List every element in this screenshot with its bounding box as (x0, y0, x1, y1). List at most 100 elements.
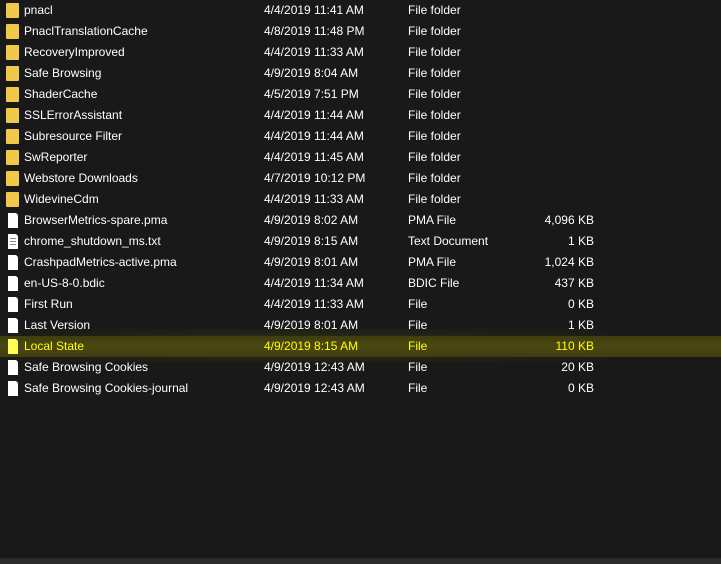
folder-icon (6, 3, 19, 18)
file-icon (8, 381, 18, 396)
file-type: File (408, 318, 428, 332)
file-size: 20 KB (561, 360, 594, 374)
file-row[interactable]: CrashpadMetrics-active.pma 4/9/2019 8:01 … (0, 252, 721, 273)
file-size: 0 KB (567, 381, 594, 395)
file-type: BDIC File (408, 276, 460, 290)
horizontal-scrollbar[interactable] (0, 558, 721, 564)
folder-icon (6, 171, 19, 186)
file-type: File folder (408, 171, 461, 185)
file-row[interactable]: BrowserMetrics-spare.pma 4/9/2019 8:02 AM… (0, 210, 721, 231)
text-file-icon (8, 234, 18, 249)
folder-icon (6, 66, 19, 81)
file-row[interactable]: WidevineCdm 4/4/2019 11:33 AM File folder (0, 189, 721, 210)
file-icon (8, 255, 18, 270)
file-date-modified: 4/5/2019 7:51 PM (264, 87, 359, 101)
file-name: Subresource Filter (24, 129, 123, 143)
file-date-modified: 4/9/2019 8:04 AM (264, 66, 359, 80)
file-date-modified: 4/9/2019 12:43 AM (264, 381, 365, 395)
file-name: BrowserMetrics-spare.pma (24, 213, 168, 227)
file-row[interactable]: Webstore Downloads 4/7/2019 10:12 PM File … (0, 168, 721, 189)
file-row[interactable]: Subresource Filter 4/4/2019 11:44 AM File … (0, 126, 721, 147)
file-date-modified: 4/9/2019 8:01 AM (264, 318, 359, 332)
file-row[interactable]: ShaderCache 4/5/2019 7:51 PM File folder (0, 84, 721, 105)
file-name: SwReporter (24, 150, 88, 164)
file-row[interactable]: First Run 4/4/2019 11:33 AM File 0 KB (0, 294, 721, 315)
file-date-modified: 4/4/2019 11:33 AM (264, 45, 364, 59)
folder-icon (6, 108, 19, 123)
file-row[interactable]: Safe Browsing Cookies-journal 4/9/2019 12… (0, 378, 721, 399)
file-name: RecoveryImproved (24, 45, 125, 59)
folder-icon (6, 150, 19, 165)
file-date-modified: 4/4/2019 11:45 AM (264, 150, 364, 164)
file-row[interactable]: Local State 4/9/2019 8:15 AM File 110 KB (0, 336, 721, 357)
file-row[interactable]: chrome_shutdown_ms.txt 4/9/2019 8:15 AM Te… (0, 231, 721, 252)
file-icon (8, 297, 18, 312)
file-date-modified: 4/9/2019 8:02 AM (264, 213, 359, 227)
file-row[interactable]: SwReporter 4/4/2019 11:45 AM File folder (0, 147, 721, 168)
file-size: 110 KB (555, 339, 594, 353)
file-date-modified: 4/4/2019 11:33 AM (264, 297, 364, 311)
file-icon (8, 339, 18, 354)
file-type: File folder (408, 87, 461, 101)
file-row[interactable]: pnacl 4/4/2019 11:41 AM File folder (0, 0, 721, 21)
file-type: File (408, 360, 428, 374)
file-row[interactable]: Safe Browsing 4/9/2019 8:04 AM File folder (0, 63, 721, 84)
file-row[interactable]: Last Version 4/9/2019 8:01 AM File 1 KB (0, 315, 721, 336)
file-name: chrome_shutdown_ms.txt (24, 234, 161, 248)
file-type: File folder (408, 129, 461, 143)
file-type: PMA File (408, 255, 457, 269)
file-type: PMA File (408, 213, 457, 227)
file-name: pnacl (24, 3, 53, 17)
file-row[interactable]: Safe Browsing Cookies 4/9/2019 12:43 AM Fi… (0, 357, 721, 378)
file-type: File folder (408, 24, 461, 38)
file-type: File (408, 381, 428, 395)
file-name: ShaderCache (24, 87, 98, 101)
file-date-modified: 4/9/2019 8:15 AM (264, 339, 359, 353)
file-date-modified: 4/4/2019 11:44 AM (264, 108, 364, 122)
file-type: File (408, 297, 428, 311)
folder-icon (6, 192, 19, 207)
file-date-modified: 4/8/2019 11:48 PM (264, 24, 365, 38)
file-name: WidevineCdm (24, 192, 99, 206)
file-type: File folder (408, 3, 461, 17)
file-date-modified: 4/4/2019 11:34 AM (264, 276, 364, 290)
file-name: PnaclTranslationCache (24, 24, 148, 38)
file-icon (8, 213, 18, 228)
file-type: File folder (408, 192, 461, 206)
file-size: 1,024 KB (544, 255, 594, 269)
file-list: pnacl 4/4/2019 11:41 AM File folder PnaclTr… (0, 0, 721, 399)
file-type: File folder (408, 45, 461, 59)
file-type: File folder (408, 66, 461, 80)
file-name: Last Version (24, 318, 91, 332)
folder-icon (6, 45, 19, 60)
file-size: 437 KB (554, 276, 594, 290)
file-size: 1 KB (567, 318, 594, 332)
file-date-modified: 4/9/2019 8:01 AM (264, 255, 359, 269)
file-date-modified: 4/4/2019 11:44 AM (264, 129, 364, 143)
file-name: Safe Browsing Cookies (24, 360, 149, 374)
folder-icon (6, 24, 19, 39)
file-icon (8, 360, 18, 375)
file-type: Text Document (408, 234, 489, 248)
file-size: 0 KB (567, 297, 594, 311)
folder-icon (6, 87, 19, 102)
file-date-modified: 4/7/2019 10:12 PM (264, 171, 366, 185)
file-type: File folder (408, 150, 461, 164)
file-date-modified: 4/4/2019 11:41 AM (264, 3, 364, 17)
file-row[interactable]: PnaclTranslationCache 4/8/2019 11:48 PM Fi… (0, 21, 721, 42)
file-name: Safe Browsing Cookies-journal (24, 381, 189, 395)
file-name: en-US-8-0.bdic (24, 276, 105, 290)
file-type: File folder (408, 108, 461, 122)
file-row[interactable]: RecoveryImproved 4/4/2019 11:33 AM File fo… (0, 42, 721, 63)
file-size: 1 KB (567, 234, 594, 248)
file-icon (8, 276, 18, 291)
file-icon (8, 318, 18, 333)
file-name: SSLErrorAssistant (24, 108, 123, 122)
file-row[interactable]: en-US-8-0.bdic 4/4/2019 11:34 AM BDIC File… (0, 273, 721, 294)
file-name: Local State (24, 339, 85, 353)
file-row[interactable]: SSLErrorAssistant 4/4/2019 11:44 AM File f… (0, 105, 721, 126)
file-size: 4,096 KB (544, 213, 594, 227)
file-date-modified: 4/4/2019 11:33 AM (264, 192, 364, 206)
file-name: Webstore Downloads (24, 171, 138, 185)
file-date-modified: 4/9/2019 12:43 AM (264, 360, 365, 374)
